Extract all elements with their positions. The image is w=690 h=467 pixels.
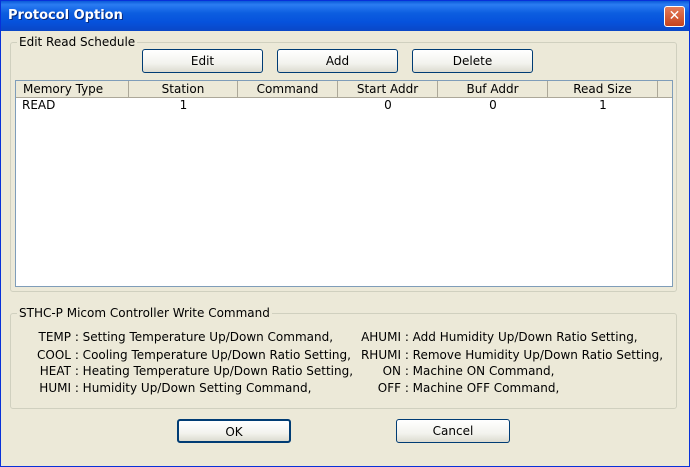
- command-code: RHUMI: [360, 348, 401, 362]
- column-header-read-size[interactable]: Read Size: [548, 81, 658, 97]
- command-desc: : Humidity Up/Down Setting Command,: [74, 381, 312, 395]
- title-bar[interactable]: Protocol Option ✕: [1, 1, 689, 31]
- list-header: Memory Type Station Command Start Addr B…: [16, 81, 672, 98]
- command-line-off: OFF : Machine OFF Command,: [341, 380, 560, 396]
- edit-button[interactable]: Edit: [142, 49, 263, 73]
- command-code: AHUMI: [361, 330, 401, 344]
- column-header-station[interactable]: Station: [129, 81, 238, 97]
- command-code: HEAT: [39, 364, 71, 378]
- command-desc: : Heating Temperature Up/Down Ratio Sett…: [74, 364, 354, 378]
- command-desc: : Machine OFF Command,: [404, 381, 560, 395]
- command-code: ON: [382, 364, 401, 378]
- write-command-legend: STHC-P Micom Controller Write Command: [19, 306, 270, 320]
- cell-memory-type: READ: [22, 98, 56, 112]
- command-code: HUMI: [39, 381, 71, 395]
- close-icon[interactable]: ✕: [664, 6, 685, 27]
- cell-station: 1: [179, 98, 188, 112]
- command-line-cool: COOL : Cooling Temperature Up/Down Ratio…: [21, 347, 351, 363]
- column-header-start-addr[interactable]: Start Addr: [338, 81, 438, 97]
- command-code: COOL: [37, 348, 71, 362]
- cell-command: [238, 98, 338, 112]
- command-desc: : Setting Temperature Up/Down Command,: [74, 330, 334, 344]
- command-desc: : Add Humidity Up/Down Ratio Setting,: [404, 330, 638, 344]
- cell-read-size: 1: [599, 98, 607, 112]
- command-desc: : Machine ON Command,: [404, 364, 555, 378]
- command-code: TEMP: [38, 330, 71, 344]
- command-line-rhumi: RHUMI : Remove Humidity Up/Down Ratio Se…: [341, 347, 663, 363]
- table-row[interactable]: READ 1 0 0 1: [16, 98, 672, 112]
- command-code: OFF: [377, 381, 401, 395]
- column-header-memory-type[interactable]: Memory Type: [16, 81, 129, 97]
- command-line-temp: TEMP : Setting Temperature Up/Down Comma…: [21, 329, 333, 345]
- add-button[interactable]: Add: [277, 49, 398, 73]
- read-schedule-list[interactable]: Memory Type Station Command Start Addr B…: [15, 80, 673, 287]
- edit-read-schedule-legend: Edit Read Schedule: [19, 35, 136, 49]
- window-title: Protocol Option: [8, 8, 123, 23]
- cell-start-addr: 0: [384, 98, 392, 112]
- protocol-option-dialog: Protocol Option ✕ Edit Read Schedule Edi…: [0, 0, 690, 467]
- cell-buf-addr: 0: [489, 98, 497, 112]
- ok-button[interactable]: OK: [177, 419, 291, 443]
- command-desc: : Remove Humidity Up/Down Ratio Setting,: [404, 348, 664, 362]
- command-line-humi: HUMI : Humidity Up/Down Setting Command,: [21, 380, 311, 396]
- delete-button[interactable]: Delete: [412, 49, 533, 73]
- command-desc: : Cooling Temperature Up/Down Ratio Sett…: [74, 348, 351, 362]
- column-header-buf-addr[interactable]: Buf Addr: [438, 81, 548, 97]
- command-line-on: ON : Machine ON Command,: [341, 363, 555, 379]
- cancel-button[interactable]: Cancel: [396, 419, 510, 443]
- command-line-heat: HEAT : Heating Temperature Up/Down Ratio…: [21, 363, 353, 379]
- command-line-ahumi: AHUMI : Add Humidity Up/Down Ratio Setti…: [341, 329, 638, 345]
- column-header-command[interactable]: Command: [238, 81, 338, 97]
